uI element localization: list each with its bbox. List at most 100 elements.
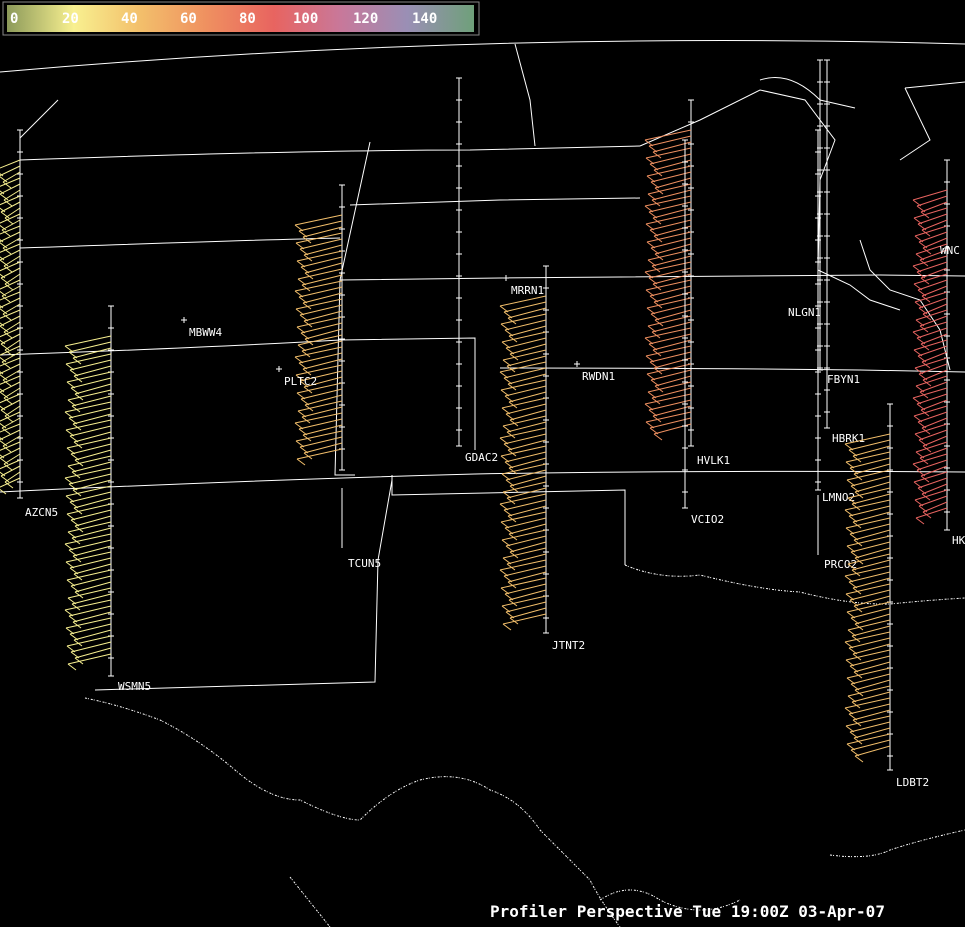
barb-flag: [0, 409, 10, 417]
barb-shaft: [3, 255, 21, 267]
barb-shaft: [0, 411, 21, 422]
barb-shaft: [914, 291, 948, 303]
station-label: MBWW4: [189, 326, 222, 339]
colorbar: 0 20 40 60 80 100 120 140: [2, 1, 480, 36]
barb-shaft: [645, 345, 692, 357]
station-label: AZCN5: [25, 506, 58, 519]
barb-shaft: [913, 471, 948, 483]
station-label: VCIO2: [691, 513, 724, 526]
barb-shaft: [501, 595, 547, 607]
barb-shaft: [4, 471, 21, 483]
barb-shaft: [500, 445, 547, 457]
barb-shaft: [65, 617, 112, 629]
map-title: Profiler Perspective Tue 19:00Z 03-Apr-0…: [490, 902, 885, 921]
barb-flag: [67, 663, 77, 671]
station-label: PRCO2: [824, 558, 857, 571]
station-hbrk1[interactable]: HBRK1: [824, 59, 865, 445]
station-vcio2[interactable]: VCIO2: [682, 139, 724, 526]
barb-shaft: [645, 411, 692, 423]
barb-shaft: [501, 397, 547, 409]
barb-flag: [854, 755, 864, 763]
barb-shaft: [66, 437, 112, 449]
wind-barbs: [912, 189, 948, 525]
station-rwdn1[interactable]: RWDN1: [574, 361, 615, 383]
station-gdac2[interactable]: GDAC2: [456, 77, 498, 464]
colorbar-label: 140: [412, 11, 437, 27]
station-wsmn5[interactable]: WSMN5: [64, 305, 151, 693]
barb-shaft: [847, 685, 891, 697]
barb-shaft: [67, 653, 112, 665]
barb-shaft: [0, 213, 21, 224]
station-label: RWDN1: [582, 370, 615, 383]
barb-shaft: [913, 339, 948, 351]
station-label: WNC: [940, 244, 960, 257]
barb-shaft: [2, 369, 21, 381]
barb-shaft: [66, 635, 112, 647]
barb-flag: [0, 391, 9, 399]
barb-flag: [915, 517, 925, 525]
barb-flag: [0, 176, 8, 183]
colorbar-label: 60: [180, 11, 197, 27]
barb-shaft: [845, 649, 891, 661]
station-tcun5[interactable]: TCUN5: [341, 488, 381, 570]
station-hvlk1[interactable]: HVLK1: [644, 99, 730, 467]
station-azcn5[interactable]: AZCN5: [0, 129, 58, 519]
station-fbyn1[interactable]: FBYN1: [817, 59, 860, 386]
colorbar-label: 20: [62, 11, 79, 27]
colorbar-label: 120: [353, 11, 378, 27]
station-jtnt2[interactable]: JTNT2: [499, 265, 585, 652]
station-label: MRRN1: [511, 284, 544, 297]
barb-shaft: [646, 297, 692, 309]
barb-shaft: [67, 521, 112, 533]
barb-shaft: [296, 250, 343, 262]
barb-shaft: [64, 335, 112, 347]
barb-shaft: [915, 309, 948, 321]
barb-shaft: [0, 477, 21, 488]
barb-shaft: [67, 587, 112, 599]
barb-shaft: [501, 529, 547, 541]
station-label: LDBT2: [896, 776, 929, 789]
barb-shaft: [66, 503, 112, 515]
barb-shaft: [915, 375, 948, 387]
wind-barbs: [0, 159, 21, 495]
barb-shaft: [846, 667, 891, 679]
barb-flag: [0, 457, 9, 465]
station-nlgn1[interactable]: NLGN1: [788, 306, 821, 319]
barb-flag: [0, 259, 9, 267]
barb-flag: [0, 308, 8, 315]
barb-shaft: [845, 517, 891, 529]
station-pltc2[interactable]: PLTC2: [276, 184, 345, 471]
station-mbww4[interactable]: MBWW4: [181, 317, 222, 339]
station-prco2[interactable]: PRCO2: [817, 495, 857, 571]
wind-barbs: [844, 433, 891, 763]
barb-shaft: [65, 419, 112, 431]
barb-flag: [0, 475, 10, 483]
barb-shaft: [844, 697, 891, 709]
colorbar-label: 0: [10, 11, 18, 27]
barb-shaft: [644, 129, 692, 141]
profiler-stations: AZCN5 MBWW4 PLTC2 TCUN5 WSMN5 MRRN1 GDAC2 RWDN1…: [0, 59, 965, 789]
barb-shaft: [296, 316, 343, 328]
barb-shaft: [4, 207, 21, 219]
barb-shaft: [4, 339, 21, 351]
station-hk[interactable]: HK: [952, 534, 965, 547]
station-wnc[interactable]: WNC: [912, 159, 960, 531]
station-ldbt2[interactable]: LDBT2: [844, 403, 929, 789]
barb-shaft: [500, 511, 547, 523]
barb-shaft: [500, 577, 547, 589]
barb-shaft: [297, 268, 343, 280]
barb-shaft: [846, 733, 891, 745]
station-label: GDAC2: [465, 451, 498, 464]
barb-shaft: [645, 213, 692, 225]
barb-shaft: [65, 353, 112, 365]
barb-shaft: [914, 357, 948, 369]
barb-flag: [0, 242, 8, 249]
barb-shaft: [914, 423, 948, 435]
barb-shaft: [502, 415, 547, 427]
barb-shaft: [502, 481, 547, 493]
barb-flag: [0, 343, 10, 351]
barb-shaft: [4, 405, 21, 417]
barb-shaft: [914, 225, 948, 237]
barb-shaft: [67, 455, 112, 467]
barb-shaft: [912, 189, 948, 201]
